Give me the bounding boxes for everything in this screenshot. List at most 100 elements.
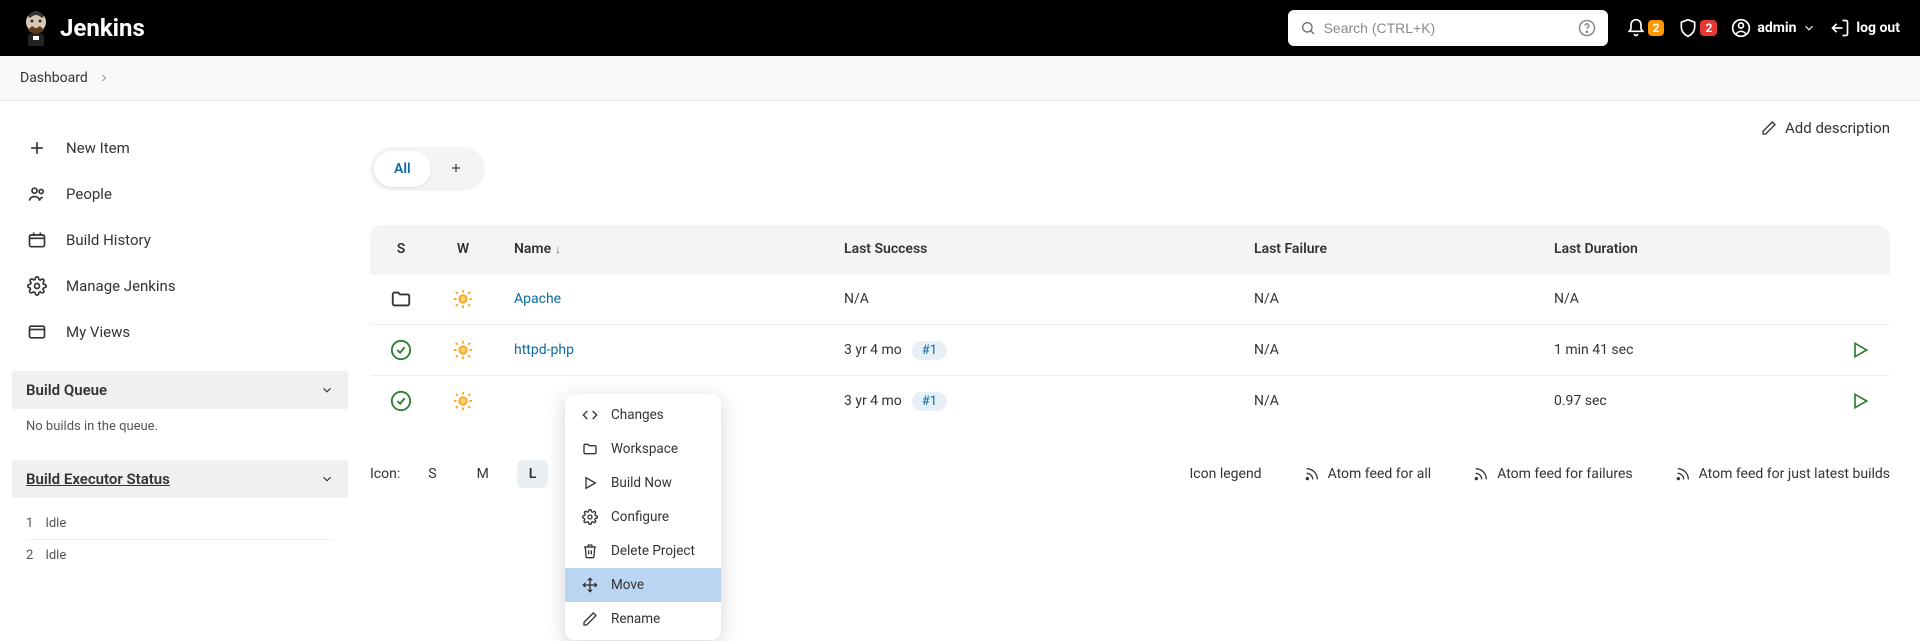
executor-num: 1 [26, 516, 33, 531]
ctx-configure[interactable]: Configure [565, 500, 721, 534]
col-status[interactable]: S [370, 225, 432, 274]
sun-icon [452, 339, 474, 361]
build-queue-header[interactable]: Build Queue [12, 371, 348, 409]
atom-feed-all[interactable]: Atom feed for all [1304, 466, 1432, 482]
folder-icon [581, 440, 599, 458]
col-name[interactable]: Name↓ [494, 225, 824, 274]
pencil-icon [581, 610, 599, 628]
sidebar-item-build-history[interactable]: Build History [12, 217, 348, 263]
ctx-rename[interactable]: Rename [565, 602, 721, 636]
weather-cell [432, 325, 494, 376]
logo[interactable]: Jenkins [20, 8, 145, 48]
user-menu[interactable]: admin [1731, 18, 1816, 38]
name-cell: httpd-php [494, 325, 824, 376]
size-l[interactable]: L [517, 460, 549, 488]
weather-cell [432, 376, 494, 427]
name-cell: Apache [494, 274, 824, 325]
gear-icon [26, 275, 48, 297]
security-button[interactable]: 2 [1678, 18, 1717, 38]
view-tabs: All [370, 147, 485, 191]
table-row: ApacheN/AN/AN/A [370, 274, 1890, 325]
play-icon [1850, 340, 1870, 360]
last-success-cell: 3 yr 4 mo#1 [824, 376, 1234, 427]
sidebar-item-my-views[interactable]: My Views [12, 309, 348, 355]
tab-add[interactable] [431, 151, 481, 187]
search-icon [1300, 20, 1316, 36]
chevron-down-icon [1802, 21, 1816, 35]
col-last-success[interactable]: Last Success [824, 225, 1234, 274]
executor-title: Build Executor Status [26, 470, 170, 488]
executor-body: 1 Idle 2 Idle [12, 498, 348, 581]
header-actions: 2 2 admin log out [1626, 18, 1900, 38]
sidebar-item-label: My Views [66, 323, 130, 341]
notifications-button[interactable]: 2 [1626, 18, 1665, 38]
pencil-icon [1761, 120, 1777, 136]
status-cell [370, 376, 432, 427]
status-cell [370, 274, 432, 325]
code-icon [581, 406, 599, 424]
check-circle-icon [390, 390, 412, 412]
brand-text: Jenkins [60, 14, 145, 42]
sidebar-item-people[interactable]: People [12, 171, 348, 217]
run-cell [1830, 274, 1890, 325]
folder-icon [390, 288, 412, 310]
username: admin [1757, 20, 1796, 36]
atom-feed-latest[interactable]: Atom feed for just latest builds [1675, 466, 1890, 482]
sun-icon [452, 288, 474, 310]
sidebar: New Item People Build History Manage Jen… [0, 101, 360, 581]
build-queue-body: No builds in the queue. [12, 409, 348, 444]
sidebar-item-label: People [66, 185, 112, 203]
move-icon [581, 576, 599, 594]
build-link[interactable]: #1 [912, 392, 947, 411]
search-box[interactable] [1288, 10, 1608, 46]
icon-legend-link[interactable]: Icon legend [1190, 466, 1262, 482]
col-last-failure[interactable]: Last Failure [1234, 225, 1534, 274]
help-icon[interactable] [1578, 19, 1596, 37]
tab-all[interactable]: All [374, 151, 431, 187]
play-icon [581, 474, 599, 492]
sidebar-item-new-item[interactable]: New Item [12, 125, 348, 171]
run-button[interactable] [1850, 391, 1870, 411]
run-button[interactable] [1850, 340, 1870, 360]
plus-icon [26, 137, 48, 159]
chevron-down-icon [320, 383, 334, 397]
atom-feed-failures[interactable]: Atom feed for failures [1473, 466, 1632, 482]
ctx-workspace[interactable]: Workspace [565, 432, 721, 466]
build-link[interactable]: #1 [912, 341, 947, 360]
last-failure-cell: N/A [1234, 274, 1534, 325]
last-duration-cell: 1 min 41 sec [1534, 325, 1830, 376]
header: Jenkins 2 2 admin log out [0, 0, 1920, 56]
context-menu: Changes Workspace Build Now Configure De… [565, 394, 721, 640]
rss-icon [1675, 466, 1691, 482]
add-description-button[interactable]: Add description [1761, 119, 1890, 137]
ctx-changes[interactable]: Changes [565, 398, 721, 432]
executor-header[interactable]: Build Executor Status [12, 460, 348, 498]
col-weather[interactable]: W [432, 225, 494, 274]
notif-badge: 2 [1648, 20, 1665, 36]
job-link[interactable]: Apache [514, 291, 561, 307]
trash-icon [581, 542, 599, 560]
jenkins-logo-icon [20, 8, 52, 48]
last-duration-cell: N/A [1534, 274, 1830, 325]
sidebar-item-manage-jenkins[interactable]: Manage Jenkins [12, 263, 348, 309]
executor-row: 1 Idle [26, 508, 334, 540]
last-failure-cell: N/A [1234, 325, 1534, 376]
breadcrumb-root[interactable]: Dashboard [20, 70, 88, 86]
search-input[interactable] [1324, 20, 1578, 36]
col-last-duration[interactable]: Last Duration [1534, 225, 1830, 274]
sidebar-item-label: Build History [66, 231, 151, 249]
last-success-cell: N/A [824, 274, 1234, 325]
icon-size-picker: Icon: S M L [370, 460, 548, 488]
run-cell [1830, 325, 1890, 376]
plus-icon [449, 161, 463, 175]
size-s[interactable]: S [416, 460, 448, 488]
size-m[interactable]: M [465, 460, 501, 488]
sidebar-item-label: Manage Jenkins [66, 277, 176, 295]
ctx-build-now[interactable]: Build Now [565, 466, 721, 500]
executor-num: 2 [26, 548, 33, 563]
job-link[interactable]: httpd-php [514, 342, 574, 358]
icon-label: Icon: [370, 466, 400, 482]
logout-button[interactable]: log out [1830, 18, 1900, 38]
ctx-delete[interactable]: Delete Project [565, 534, 721, 568]
ctx-move[interactable]: Move [565, 568, 721, 602]
